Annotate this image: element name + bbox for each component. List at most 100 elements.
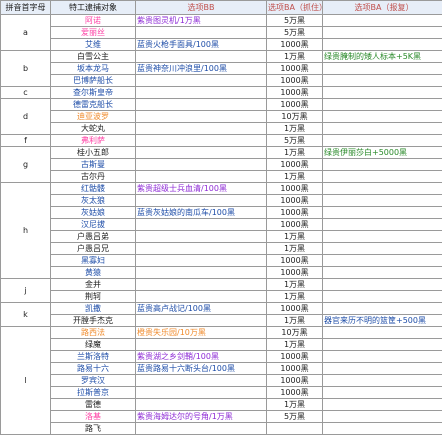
option-ba-catch: 1000黑 [267, 39, 323, 51]
option-bb [136, 219, 267, 231]
option-ba-report [323, 339, 442, 351]
option-ba-report [323, 135, 442, 147]
option-bb [136, 27, 267, 39]
table-row: 黄猿1000黑 [1, 267, 442, 279]
table-row: 古斯曼 1000黑 [1, 159, 442, 171]
header-letter: 拼音首字母 [1, 1, 51, 15]
option-bb: 紫贵超级士兵血清/100黑 [136, 183, 267, 195]
option-bb [136, 159, 267, 171]
option-ba-report [323, 279, 442, 291]
target-name: 迪亚波罗 [51, 111, 136, 123]
target-name: 绿魔 [51, 339, 136, 351]
table-row: 坂本龙马蓝贵神奈川冲浪里/100黑1000黑 [1, 63, 442, 75]
option-ba-report [323, 363, 442, 375]
arrest-table: 拼音首字母 特工逮捕对象 选项BB 选项BA（抓住） 选项BA（报复） a阿诺紫… [0, 0, 442, 435]
option-ba-report: 绿贵伊丽莎白+5000黑 [323, 147, 442, 159]
option-ba-catch: 1000黑 [267, 207, 323, 219]
option-ba-report [323, 195, 442, 207]
option-ba-catch: 1000黑 [267, 183, 323, 195]
target-name: 艾维 [51, 39, 136, 51]
option-bb [136, 387, 267, 399]
table-row: 路易十六蓝贵路易十六断头台/100黑1000黑 [1, 363, 442, 375]
target-name: 黑寡妇 [51, 255, 136, 267]
header-option-ba-report: 选项BA（报复） [323, 1, 442, 15]
table-row: 路飞 [1, 423, 442, 435]
option-bb [136, 51, 267, 63]
header-option-bb: 选项BB [136, 1, 267, 15]
target-name: 桂小五郎 [51, 147, 136, 159]
option-ba-catch: 1000黑 [267, 363, 323, 375]
letter-cell: l [1, 327, 51, 435]
option-ba-catch: 10万黑 [267, 327, 323, 339]
option-bb [136, 243, 267, 255]
option-bb [136, 375, 267, 387]
option-bb [136, 195, 267, 207]
letter-cell: b [1, 51, 51, 87]
option-ba-report [323, 171, 442, 183]
letter-cell: d [1, 99, 51, 135]
target-name: 兰斯洛特 [51, 351, 136, 363]
table-row: l路西法橙贵失乐园/10万黑10万黑 [1, 327, 442, 339]
option-ba-catch: 1000黑 [267, 159, 323, 171]
table-row: 古尔丹1万黑 [1, 171, 442, 183]
option-bb [136, 399, 267, 411]
option-ba-report [323, 99, 442, 111]
table-row: 巴博萨船长1000黑 [1, 75, 442, 87]
option-ba-catch: 1万黑 [267, 399, 323, 411]
target-name: 白雪公主 [51, 51, 136, 63]
table-row: f弗利萨5万黑 [1, 135, 442, 147]
letter-cell: j [1, 279, 51, 303]
option-ba-report [323, 207, 442, 219]
table-row: h红骷髅紫贵超级士兵血清/100黑1000黑 [1, 183, 442, 195]
option-ba-report [323, 15, 442, 27]
option-ba-report [323, 375, 442, 387]
option-ba-report [323, 399, 442, 411]
option-bb [136, 171, 267, 183]
option-ba-catch: 1万黑 [267, 123, 323, 135]
target-name: 德雷克船长 [51, 99, 136, 111]
target-name: 古尔丹 [51, 171, 136, 183]
target-name: 古斯曼 [51, 159, 136, 171]
table-row: 拉斯普京1000黑 [1, 387, 442, 399]
target-name: 凯撒 [51, 303, 136, 315]
option-bb: 蓝贵神奈川冲浪里/100黑 [136, 63, 267, 75]
target-name: 路西法 [51, 327, 136, 339]
option-ba-catch: 1万黑 [267, 243, 323, 255]
table-row: j金并1万黑 [1, 279, 442, 291]
target-name: 查尔斯皇帝 [51, 87, 136, 99]
target-name: 路飞 [51, 423, 136, 435]
option-ba-report [323, 75, 442, 87]
table-row: 荆轲1万黑 [1, 291, 442, 303]
table-row: 灰太狼1000黑 [1, 195, 442, 207]
letter-cell: h [1, 183, 51, 279]
option-ba-report [323, 27, 442, 39]
table-row: 洛基紫贵海姆达尔的号角/1万黑5万黑 [1, 411, 442, 423]
table-row: 黑寡妇1000黑 [1, 255, 442, 267]
option-bb: 蓝贵火枪手面具/100黑 [136, 39, 267, 51]
option-ba-catch: 1万黑 [267, 315, 323, 327]
option-ba-catch: 1万黑 [267, 291, 323, 303]
option-ba-report [323, 411, 442, 423]
option-ba-catch: 1万黑 [267, 339, 323, 351]
option-ba-catch: 1000黑 [267, 87, 323, 99]
table-row: g桂小五郎1万黑绿贵伊丽莎白+5000黑 [1, 147, 442, 159]
target-name: 弗利萨 [51, 135, 136, 147]
target-name: 拉斯普京 [51, 387, 136, 399]
table-row: 爱丽丝5万黑 [1, 27, 442, 39]
option-ba-report [323, 423, 442, 435]
letter-cell: c [1, 87, 51, 99]
table-row: 开膛手杰克1万黑器官来历不明的篮筐+500黑 [1, 315, 442, 327]
table-body: a阿诺紫贵图灵机/1万黑5万黑爱丽丝5万黑艾维蓝贵火枪手面具/100黑1000黑… [1, 15, 442, 435]
table-row: k凯撒蓝贵高卢战记/100黑1000黑 [1, 303, 442, 315]
option-bb: 紫贵湖之乡剑鞘/100黑 [136, 351, 267, 363]
option-ba-catch: 1万黑 [267, 231, 323, 243]
target-name: 灰太狼 [51, 195, 136, 207]
option-ba-report [323, 327, 442, 339]
option-ba-report: 器官来历不明的篮筐+500黑 [323, 315, 442, 327]
option-bb [136, 279, 267, 291]
table-row: 兰斯洛特紫贵湖之乡剑鞘/100黑1000黑 [1, 351, 442, 363]
option-bb [136, 231, 267, 243]
option-bb [136, 111, 267, 123]
target-name: 金并 [51, 279, 136, 291]
option-ba-report [323, 63, 442, 75]
